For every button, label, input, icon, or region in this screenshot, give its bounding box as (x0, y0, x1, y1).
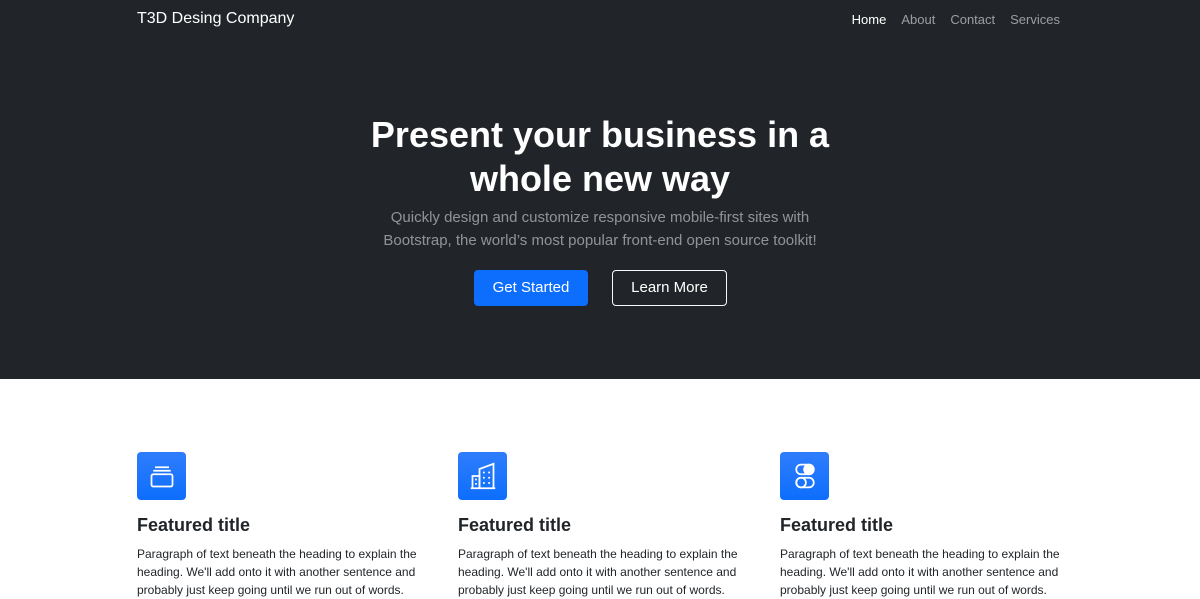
nav-link-contact[interactable]: Contact (935, 12, 995, 27)
toggles-icon (794, 463, 815, 489)
feature-card: Featured title Paragraph of text beneath… (780, 452, 1080, 599)
feature-title: Featured title (458, 515, 572, 535)
feature-title: Featured title (780, 515, 894, 535)
collection-icon (150, 466, 173, 488)
feature-card: Featured title Paragraph of text beneath… (458, 452, 758, 599)
brand-link[interactable]: T3D Desing Company (137, 10, 294, 28)
feature-icon-box (780, 452, 829, 500)
learn-more-button[interactable]: Learn More (612, 270, 727, 306)
feature-text: Paragraph of text beneath the heading to… (137, 547, 417, 597)
nav-link-home[interactable]: Home (837, 12, 887, 27)
hero-title: Present your business in a whole new way (370, 114, 830, 199)
nav-link-about[interactable]: About (886, 12, 935, 27)
feature-card: Featured title Paragraph of text beneath… (137, 452, 437, 599)
feature-text: Paragraph of text beneath the heading to… (780, 547, 1060, 597)
navbar: T3D Desing Company Home About Contact Se… (0, 0, 1200, 40)
get-started-button[interactable]: Get Started (474, 270, 588, 306)
hero-section: Present your business in a whole new way… (0, 40, 1200, 379)
nav-link-services[interactable]: Services (995, 12, 1060, 27)
building-icon (470, 462, 495, 490)
feature-icon-box (458, 452, 507, 500)
feature-text: Paragraph of text beneath the heading to… (458, 547, 738, 597)
hero-lead: Quickly design and customize responsive … (383, 209, 817, 249)
feature-title: Featured title (137, 515, 251, 535)
nav-links: Home About Contact Services (837, 12, 1060, 27)
feature-icon-box (137, 452, 186, 500)
features-section: Featured title Paragraph of text beneath… (0, 379, 1200, 597)
